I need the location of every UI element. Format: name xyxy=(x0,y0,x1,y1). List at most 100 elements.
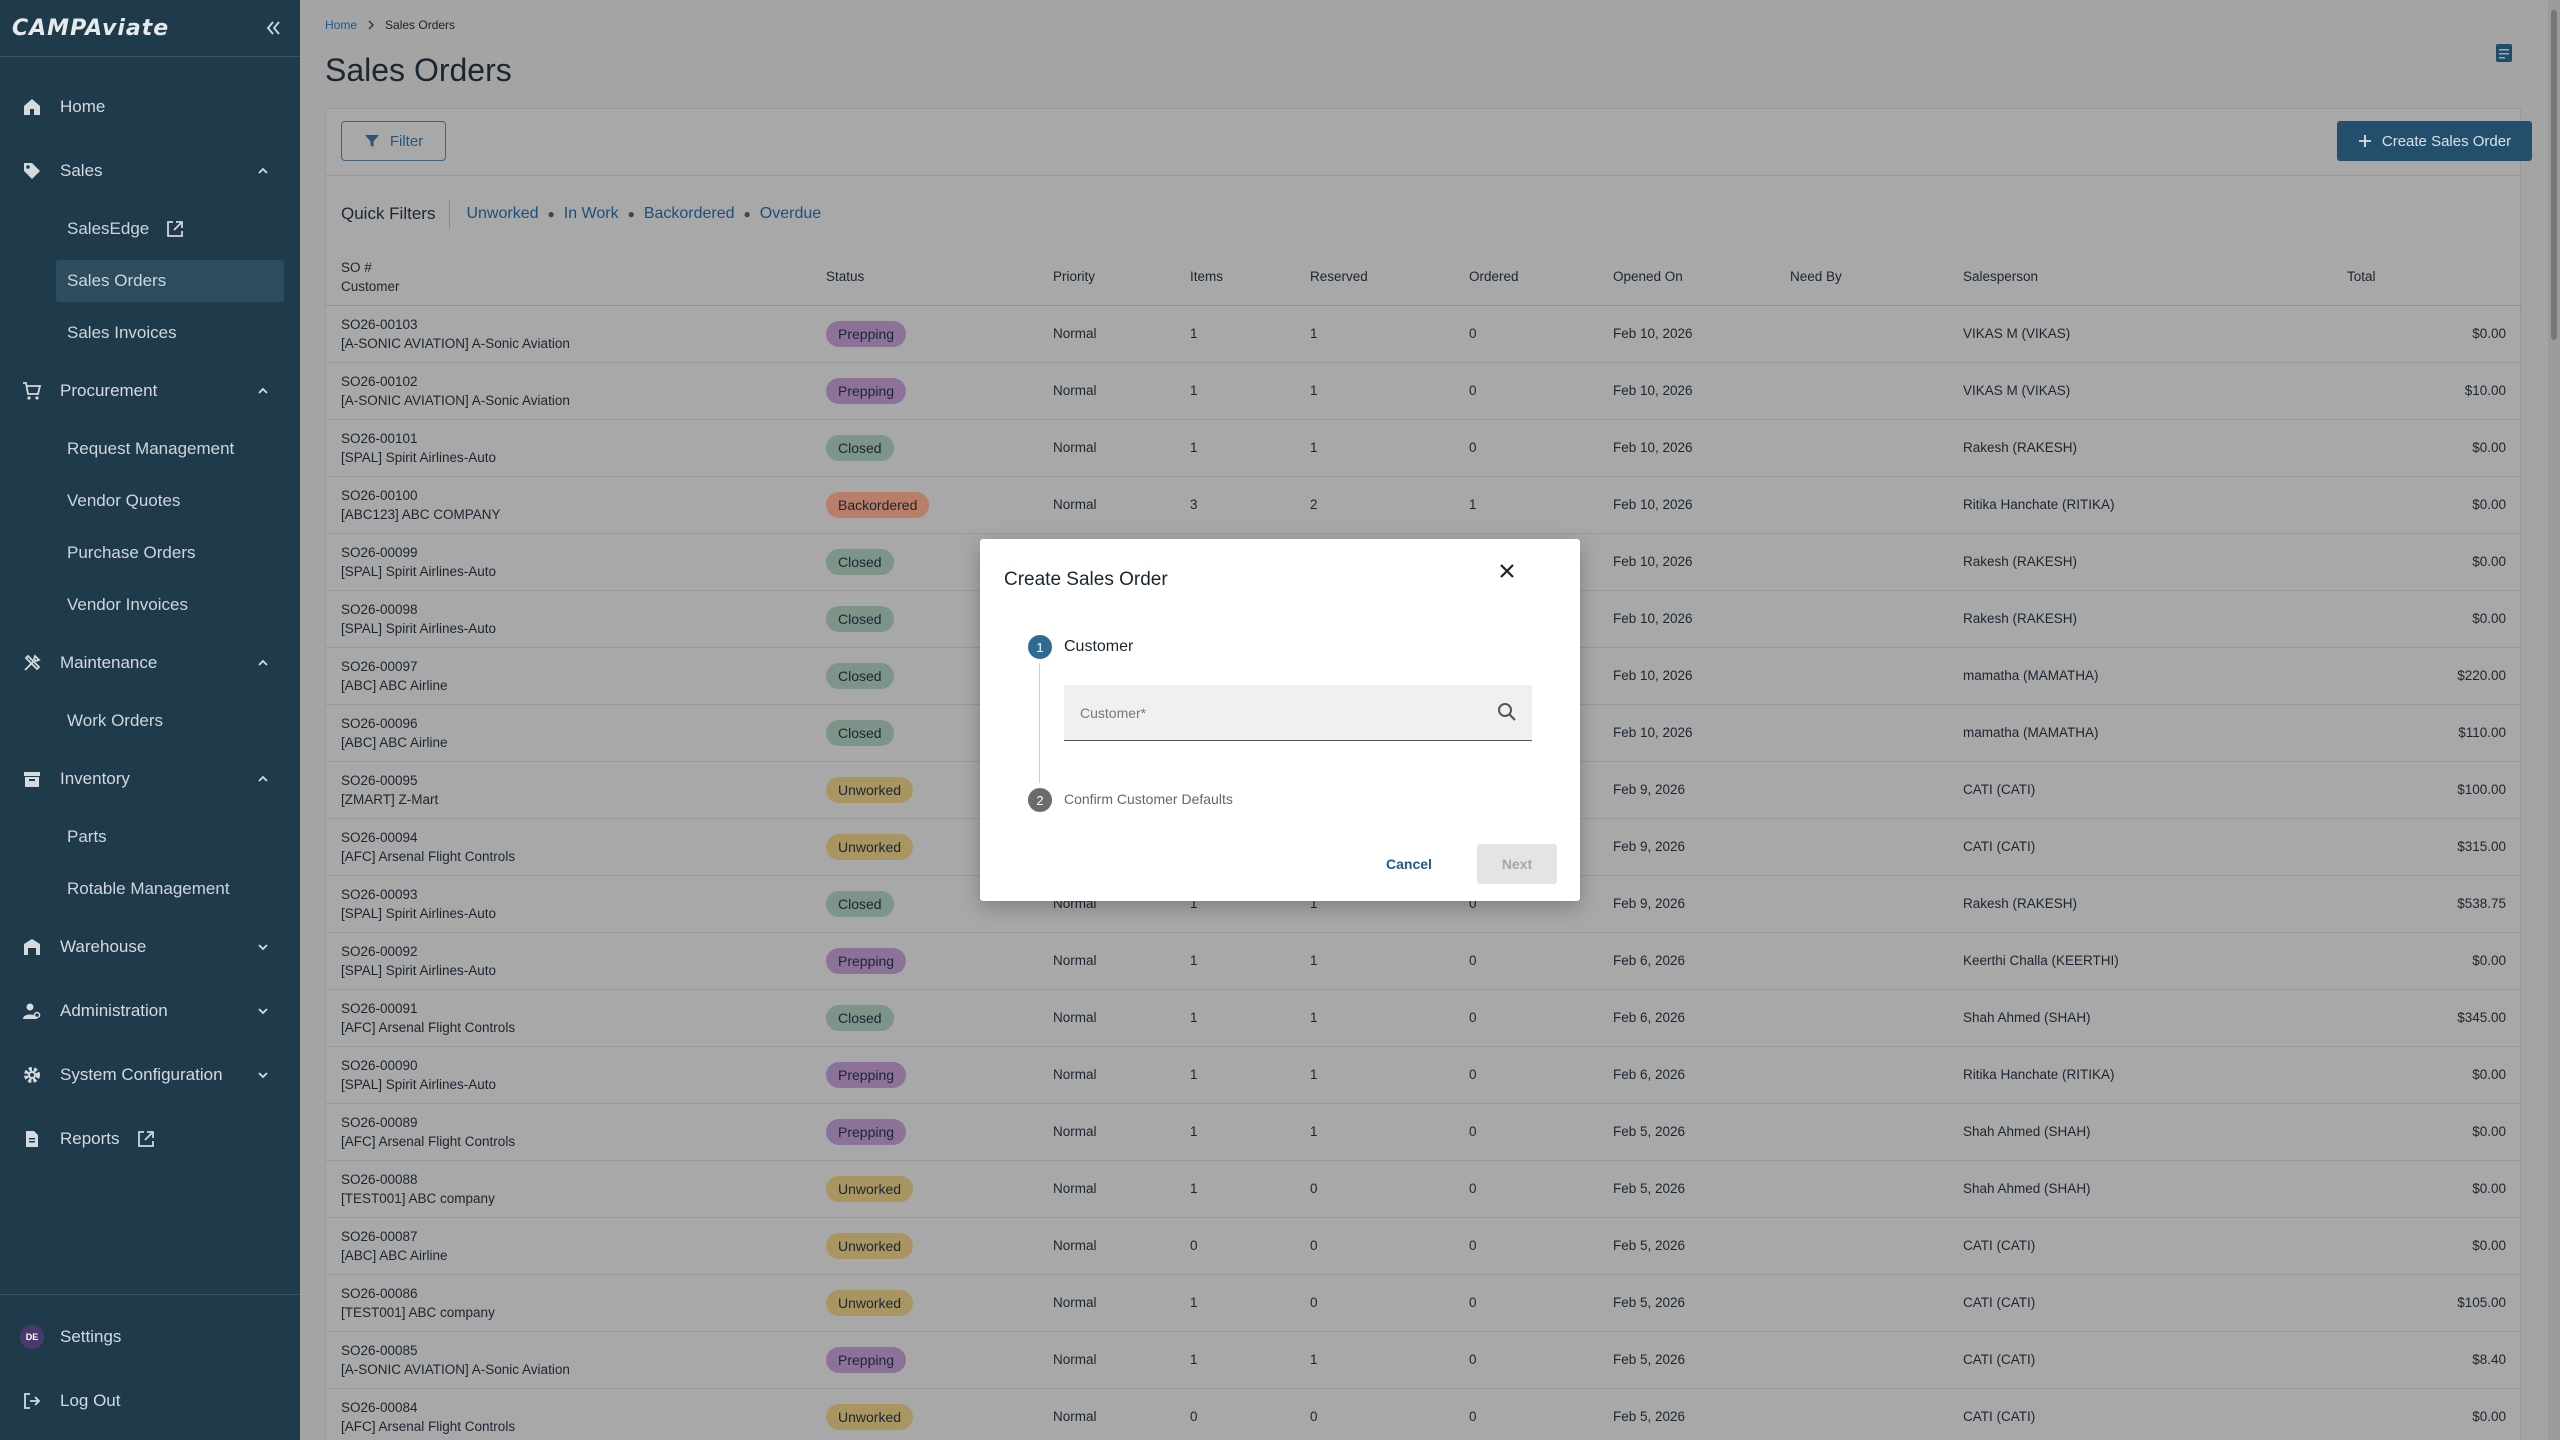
sidebar-item-system-configuration[interactable]: System Configuration xyxy=(0,1043,300,1107)
so-number[interactable]: SO26-00100 xyxy=(341,486,826,505)
so-number[interactable]: SO26-00084 xyxy=(341,1398,826,1417)
chevron-up-icon[interactable] xyxy=(256,164,270,178)
table-row[interactable]: SO26-00092 [SPAL] Spirit Airlines-Auto Pre… xyxy=(326,932,2522,990)
create-sales-order-button[interactable]: Create Sales Order xyxy=(2337,121,2532,161)
total-cell: $315.00 xyxy=(2347,818,2522,876)
divider xyxy=(326,175,2520,176)
chevron-up-icon[interactable] xyxy=(256,772,270,786)
close-icon[interactable] xyxy=(1495,559,1519,583)
so-number[interactable]: SO26-00090 xyxy=(341,1056,826,1075)
sidebar-item-label: Warehouse xyxy=(60,937,147,956)
so-number[interactable]: SO26-00092 xyxy=(341,942,826,961)
so-number[interactable]: SO26-00086 xyxy=(341,1284,826,1303)
quick-filter-overdue[interactable]: Overdue xyxy=(760,205,821,223)
sidebar-item-salesedge[interactable]: SalesEdge xyxy=(0,203,300,255)
so-number[interactable]: SO26-00095 xyxy=(341,771,826,790)
table-row[interactable]: SO26-00100 [ABC123] ABC COMPANY Backordere… xyxy=(326,476,2522,534)
column-header-status[interactable]: Status xyxy=(826,249,1053,306)
chevron-up-icon[interactable] xyxy=(256,656,270,670)
search-icon[interactable] xyxy=(1496,701,1518,723)
so-number[interactable]: SO26-00091 xyxy=(341,999,826,1018)
page-scrollbar[interactable] xyxy=(2548,0,2560,1440)
table-row[interactable]: SO26-00103 [A-SONIC AVIATION] A-Sonic Avi… xyxy=(326,305,2522,363)
so-number[interactable]: SO26-00099 xyxy=(341,543,826,562)
table-row[interactable]: SO26-00086 [TEST001] ABC company Unworked N… xyxy=(326,1274,2522,1332)
column-header-opened-on[interactable]: Opened On xyxy=(1613,249,1790,306)
sidebar-item-warehouse[interactable]: Warehouse xyxy=(0,915,300,979)
sidebar-item-reports[interactable]: Reports xyxy=(0,1107,300,1171)
separator-dot: ● xyxy=(547,207,555,221)
sidebar-item-sales-orders[interactable]: Sales Orders xyxy=(56,260,284,302)
sidebar-item-inventory[interactable]: Inventory xyxy=(0,747,300,811)
sidebar-item-home[interactable]: Home xyxy=(0,75,300,139)
table-row[interactable]: SO26-00089 [AFC] Arsenal Flight Controls P… xyxy=(326,1103,2522,1161)
chevron-down-icon[interactable] xyxy=(256,940,270,954)
column-header-need-by[interactable]: Need By xyxy=(1790,249,1963,306)
column-header-so[interactable]: SO # Customer xyxy=(326,249,826,306)
column-header-salesperson[interactable]: Salesperson xyxy=(1963,249,2347,306)
so-number[interactable]: SO26-00103 xyxy=(341,315,826,334)
quick-filter-in-work[interactable]: In Work xyxy=(564,205,619,223)
need-by-cell xyxy=(1790,818,1963,876)
sidebar-item-label: Home xyxy=(60,97,106,116)
sidebar-item-maintenance[interactable]: Maintenance xyxy=(0,631,300,695)
column-header-priority[interactable]: Priority xyxy=(1053,249,1190,306)
sidebar-item-procurement[interactable]: Procurement xyxy=(0,359,300,423)
next-button[interactable]: Next xyxy=(1477,844,1557,884)
so-number[interactable]: SO26-00094 xyxy=(341,828,826,847)
customer-field[interactable] xyxy=(1064,685,1532,741)
sidebar-item-parts[interactable]: Parts xyxy=(0,811,300,863)
quick-filter-unworked[interactable]: Unworked xyxy=(466,205,538,223)
reserved-cell: 0 xyxy=(1310,1388,1469,1440)
sidebar-item-work-orders[interactable]: Work Orders xyxy=(0,695,300,747)
so-number[interactable]: SO26-00098 xyxy=(341,600,826,619)
sidebar-item-request-management[interactable]: Request Management xyxy=(0,423,300,475)
table-row[interactable]: SO26-00091 [AFC] Arsenal Flight Controls C… xyxy=(326,989,2522,1047)
table-row[interactable]: SO26-00088 [TEST001] ABC company Unworked N… xyxy=(326,1160,2522,1218)
sidebar-item-vendor-invoices[interactable]: Vendor Invoices xyxy=(0,579,300,631)
column-header-ordered[interactable]: Ordered xyxy=(1469,249,1613,306)
table-row[interactable]: SO26-00090 [SPAL] Spirit Airlines-Auto Pre… xyxy=(326,1046,2522,1104)
so-number[interactable]: SO26-00093 xyxy=(341,885,826,904)
so-number[interactable]: SO26-00102 xyxy=(341,372,826,391)
so-number[interactable]: SO26-00087 xyxy=(341,1227,826,1246)
table-row[interactable]: SO26-00084 [AFC] Arsenal Flight Controls U… xyxy=(326,1388,2522,1440)
collapse-sidebar-icon[interactable] xyxy=(262,17,284,39)
table-row[interactable]: SO26-00087 [ABC] ABC Airline Unworked Norma… xyxy=(326,1217,2522,1275)
sidebar-item-settings[interactable]: DE Settings xyxy=(0,1305,300,1369)
chevron-down-icon[interactable] xyxy=(256,1004,270,1018)
so-number[interactable]: SO26-00088 xyxy=(341,1170,826,1189)
total-cell: $8.40 xyxy=(2347,1331,2522,1389)
sidebar-item-administration[interactable]: Administration xyxy=(0,979,300,1043)
breadcrumb-home-link[interactable]: Home xyxy=(325,18,357,32)
notes-icon[interactable] xyxy=(2494,42,2514,64)
need-by-cell xyxy=(1790,1160,1963,1218)
so-number[interactable]: SO26-00096 xyxy=(341,714,826,733)
chevron-up-icon[interactable] xyxy=(256,384,270,398)
sidebar-item-logout[interactable]: Log Out xyxy=(0,1369,300,1433)
cancel-button[interactable]: Cancel xyxy=(1379,846,1439,882)
so-number[interactable]: SO26-00089 xyxy=(341,1113,826,1132)
app-logo[interactable]: CAMPAviate xyxy=(12,16,169,41)
chevron-down-icon[interactable] xyxy=(256,1068,270,1082)
table-row[interactable]: SO26-00085 [A-SONIC AVIATION] A-Sonic Avi… xyxy=(326,1331,2522,1389)
sidebar-item-vendor-quotes[interactable]: Vendor Quotes xyxy=(0,475,300,527)
customer-input[interactable] xyxy=(1064,685,1532,740)
so-number[interactable]: SO26-00097 xyxy=(341,657,826,676)
scrollbar-thumb[interactable] xyxy=(2551,10,2557,340)
salesperson-cell: CATI (CATI) xyxy=(1963,1274,2347,1332)
sidebar-item-rotable-management[interactable]: Rotable Management xyxy=(0,863,300,915)
table-row[interactable]: SO26-00101 [SPAL] Spirit Airlines-Auto Clo… xyxy=(326,419,2522,477)
column-header-items[interactable]: Items xyxy=(1190,249,1310,306)
so-number[interactable]: SO26-00101 xyxy=(341,429,826,448)
filter-button[interactable]: Filter xyxy=(341,121,446,161)
sidebar-item-sales-invoices[interactable]: Sales Invoices xyxy=(0,307,300,359)
so-number[interactable]: SO26-00085 xyxy=(341,1341,826,1360)
sidebar-item-sales[interactable]: Sales xyxy=(0,139,300,203)
sidebar-item-purchase-orders[interactable]: Purchase Orders xyxy=(0,527,300,579)
column-header-reserved[interactable]: Reserved xyxy=(1310,249,1469,306)
table-row[interactable]: SO26-00102 [A-SONIC AVIATION] A-Sonic Avi… xyxy=(326,362,2522,420)
opened-on-cell: Feb 10, 2026 xyxy=(1613,704,1790,762)
quick-filter-backordered[interactable]: Backordered xyxy=(644,205,735,223)
column-header-total[interactable]: Total xyxy=(2347,249,2522,306)
